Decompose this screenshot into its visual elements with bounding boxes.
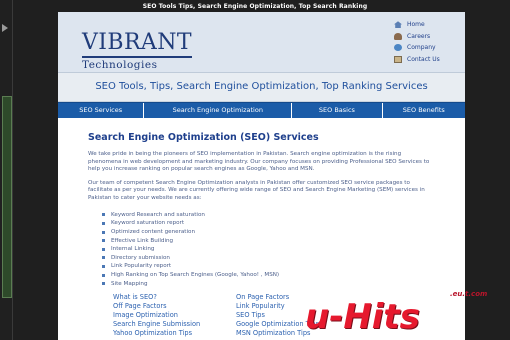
- link-search-engine-submission[interactable]: Search Engine Submission: [113, 320, 236, 329]
- bullet-icon: [102, 256, 105, 260]
- nav-search-engine-optimization[interactable]: Search Engine Optimization: [144, 103, 293, 118]
- logo-underline: [82, 56, 192, 58]
- main-nav: SEO Services Search Engine Optimization …: [58, 102, 465, 118]
- header-link-label: Home: [407, 21, 425, 29]
- list-item-label: High Ranking on Top Search Engines (Goog…: [111, 272, 280, 279]
- list-item: Site Mapping: [102, 279, 435, 288]
- header-link-contact[interactable]: Contact Us: [394, 54, 440, 66]
- list-item: Effective Link Building: [102, 236, 435, 245]
- bullet-icon: [102, 230, 105, 234]
- list-item-label: Directory submission: [111, 254, 170, 261]
- company-icon: [394, 44, 402, 52]
- bullet-icon: [102, 247, 105, 251]
- list-item: Keyword saturation report: [102, 219, 435, 228]
- list-item: Optimized content generation: [102, 228, 435, 237]
- list-item: Directory submission: [102, 254, 435, 263]
- link-image-optimization[interactable]: Image Optimization: [113, 311, 236, 320]
- intro-paragraph: We take pride in being the pioneers of S…: [88, 151, 430, 173]
- list-item: Link Popularity report: [102, 262, 435, 271]
- careers-icon: [394, 32, 402, 40]
- watermark-site: .eu.t.com: [450, 290, 488, 298]
- header-links: Home Careers Company Contact Us: [394, 19, 440, 65]
- site-tagline: SEO Tools, Tips, Search Engine Optimizat…: [58, 73, 465, 102]
- logo-name: VIBRANT: [82, 30, 192, 55]
- contact-icon: [394, 55, 402, 63]
- link-yahoo-optimization-tips[interactable]: Yahoo Optimization Tips: [113, 329, 236, 338]
- bullet-icon: [102, 221, 105, 225]
- list-item: Internal Linking: [102, 245, 435, 254]
- list-item: Keyword Research and saturation: [102, 211, 435, 220]
- list-item-label: Optimized content generation: [111, 229, 196, 236]
- header-link-home[interactable]: Home: [394, 19, 440, 31]
- header-link-label: Careers: [407, 32, 431, 40]
- list-item-label: Keyword Research and saturation: [111, 211, 205, 218]
- watermark-brand: u-Hits: [305, 297, 420, 337]
- nav-seo-services[interactable]: SEO Services: [58, 103, 145, 118]
- team-paragraph: Our team of competent Search Engine Opti…: [88, 179, 425, 201]
- list-item-label: Internal Linking: [111, 246, 155, 253]
- bullet-icon: [102, 282, 105, 286]
- expand-arrow-icon[interactable]: [2, 24, 8, 32]
- site-header: VIBRANT Technologies Home Careers Compan…: [58, 12, 465, 73]
- side-thumbnail: [2, 96, 12, 298]
- header-link-label: Company: [407, 44, 436, 52]
- list-item-label: Effective Link Building: [111, 237, 174, 244]
- header-link-careers[interactable]: Careers: [394, 31, 440, 43]
- home-icon: [394, 21, 402, 29]
- logo-subtitle: Technologies: [82, 59, 158, 71]
- nav-seo-benefits[interactable]: SEO Benefits: [383, 103, 465, 118]
- bullet-icon: [102, 264, 105, 268]
- header-link-label: Contact Us: [407, 55, 440, 63]
- bullet-icon: [102, 239, 105, 243]
- link-off-page-factors[interactable]: Off Page Factors: [113, 302, 236, 311]
- page-caption: SEO Tools Tips, Search Engine Optimizati…: [142, 3, 368, 10]
- nav-seo-basics[interactable]: SEO Basics: [292, 103, 383, 118]
- company-logo[interactable]: VIBRANT Technologies: [82, 30, 192, 71]
- services-list: Keyword Research and saturation Keyword …: [102, 211, 435, 288]
- list-item: High Ranking on Top Search Engines (Goog…: [102, 271, 435, 280]
- list-item-label: Keyword saturation report: [111, 220, 185, 227]
- list-item-label: Link Popularity report: [111, 263, 172, 270]
- watermark-logo: .eu.t.com u-Hits: [305, 290, 510, 340]
- list-item-label: Site Mapping: [111, 280, 148, 287]
- bullet-icon: [102, 273, 105, 277]
- bullet-icon: [102, 213, 105, 217]
- link-what-is-seo[interactable]: What is SEO?: [113, 293, 236, 302]
- header-link-company[interactable]: Company: [394, 42, 440, 54]
- left-panel: [0, 0, 13, 340]
- page-title: Search Engine Optimization (SEO) Service…: [88, 132, 319, 143]
